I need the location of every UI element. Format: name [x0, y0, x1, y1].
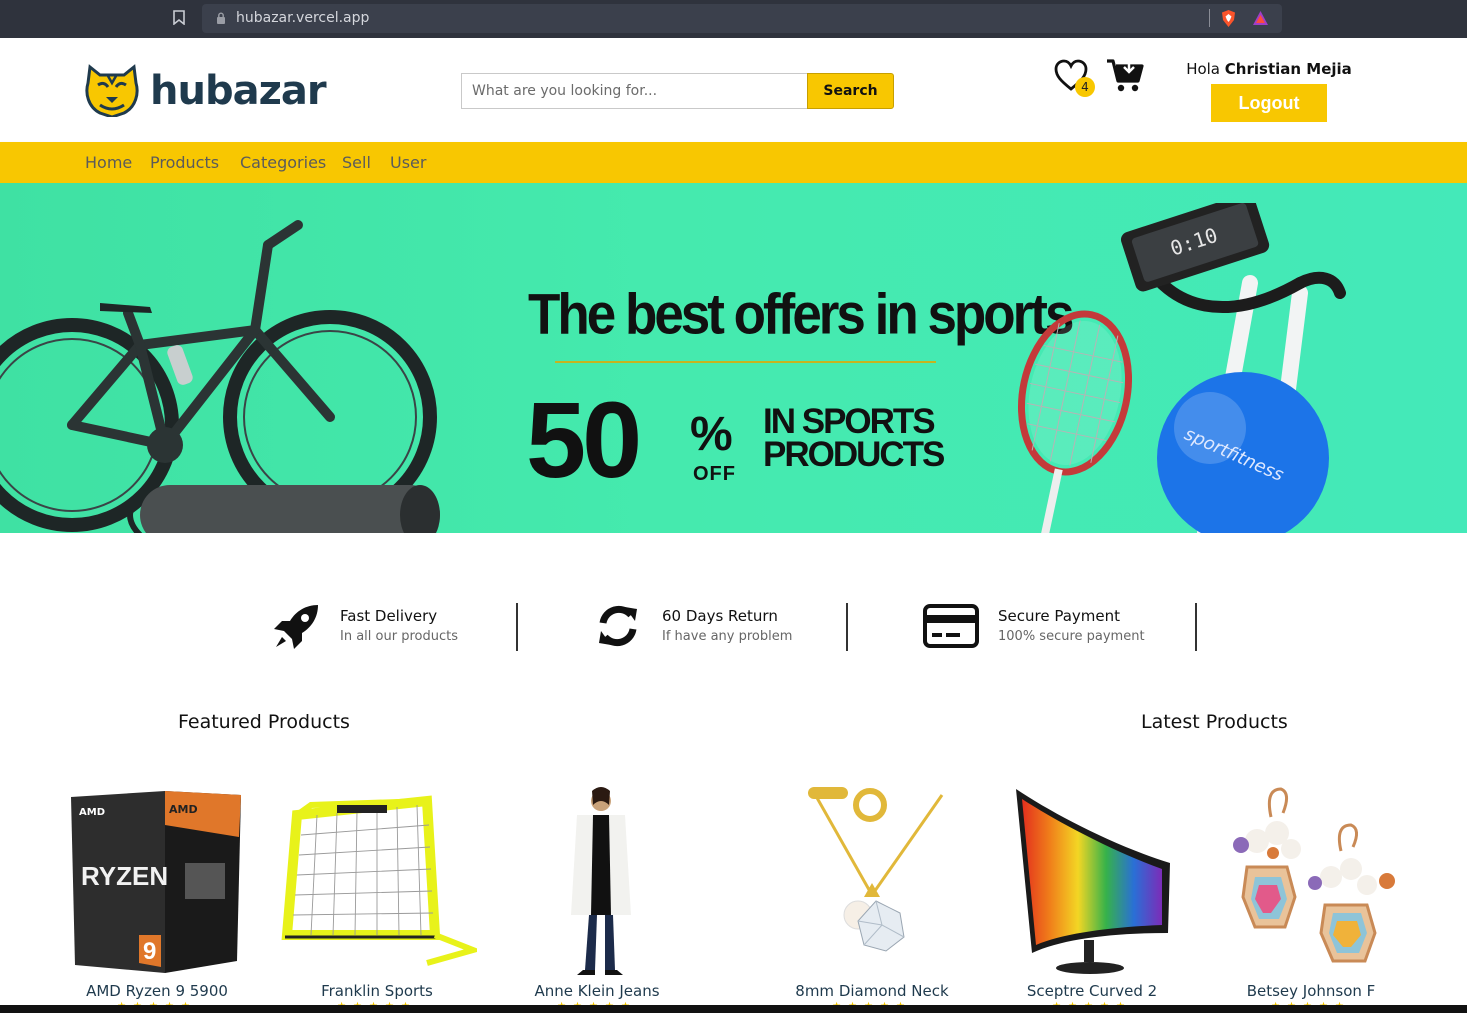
feature-secure-payment: Secure Payment 100% secure payment: [923, 603, 1183, 651]
product-card[interactable]: 8mm Diamond Neck ★★★★★: [772, 785, 972, 1013]
nav-categories[interactable]: Categories: [240, 153, 326, 172]
product-image[interactable]: AMD AMD RYZEN 9: [57, 785, 257, 977]
product-name[interactable]: Franklin Sports: [277, 982, 477, 1000]
bicycle-image: [0, 220, 440, 533]
hero-percent-sign: %: [690, 408, 733, 461]
address-bar[interactable]: hubazar.vercel.app: [202, 4, 1282, 33]
brave-shield-icon[interactable]: [1220, 9, 1237, 28]
hero-divider: [555, 361, 936, 363]
greeting-text: Hola: [1186, 60, 1221, 78]
wishlist-count-badge: 4: [1075, 77, 1095, 97]
cart-icon[interactable]: [1106, 57, 1144, 93]
svg-text:9: 9: [143, 938, 156, 965]
product-card[interactable]: Sceptre Curved 2 ★★★★★: [992, 785, 1192, 1013]
latest-products-title: Latest Products: [1141, 711, 1288, 733]
bookmark-icon[interactable]: [173, 10, 185, 25]
credit-card-icon: [923, 604, 979, 648]
hero-title: The best offers in sports: [528, 282, 1074, 347]
feature-subtitle: 100% secure payment: [998, 629, 1145, 644]
nav-user[interactable]: User: [390, 153, 426, 172]
feature-divider: [516, 603, 518, 651]
feature-subtitle: In all our products: [340, 629, 458, 644]
brave-rewards-icon[interactable]: [1252, 10, 1269, 27]
main-nav: Home Products Categories Sell User: [0, 142, 1467, 183]
toolbar-divider: [1209, 9, 1210, 27]
site-header: hubazar Search 4 Hola Christian Mejia Lo…: [0, 38, 1467, 142]
product-image[interactable]: [497, 785, 697, 977]
product-image[interactable]: [992, 785, 1192, 977]
hero-sports-label: IN SPORTS PRODUCTS: [763, 402, 945, 474]
product-card[interactable]: Franklin Sports ★★★★★: [277, 785, 477, 1013]
user-greeting: Hola Christian Mejia: [1160, 60, 1378, 78]
product-name[interactable]: AMD Ryzen 9 5900: [57, 982, 257, 1000]
hero-percent-value: 50: [526, 379, 642, 500]
feature-title: Fast Delivery: [340, 607, 438, 625]
lock-icon: [217, 12, 225, 24]
feature-fast-delivery: Fast Delivery In all our products: [272, 603, 512, 651]
product-name[interactable]: Anne Klein Jeans: [497, 982, 697, 1000]
product-image[interactable]: [1211, 785, 1411, 977]
logout-button[interactable]: Logout: [1211, 84, 1327, 122]
nav-products[interactable]: Products: [150, 153, 219, 172]
svg-text:AMD: AMD: [169, 803, 198, 816]
svg-text:AMD: AMD: [79, 807, 105, 818]
product-image[interactable]: [772, 785, 972, 977]
product-name[interactable]: Betsey Johnson F: [1211, 982, 1411, 1000]
featured-products-title: Featured Products: [178, 711, 350, 733]
feature-title: 60 Days Return: [662, 607, 778, 625]
feature-divider: [1195, 603, 1197, 651]
hero-banner[interactable]: The best offers in sports 50 % OFF IN SP…: [0, 183, 1467, 533]
svg-text:RYZEN: RYZEN: [81, 861, 168, 891]
product-card[interactable]: Betsey Johnson F ★★★★★: [1211, 785, 1411, 1013]
feature-title: Secure Payment: [998, 607, 1121, 625]
refresh-icon: [599, 605, 637, 647]
url-text: hubazar.vercel.app: [236, 10, 370, 26]
nav-sell[interactable]: Sell: [342, 153, 371, 172]
product-name[interactable]: Sceptre Curved 2: [992, 982, 1192, 1000]
product-card[interactable]: Anne Klein Jeans ★★★★★: [497, 785, 697, 1013]
nav-home[interactable]: Home: [85, 153, 132, 172]
bottom-edge: [0, 1005, 1467, 1013]
user-name: Christian Mejia: [1224, 60, 1352, 78]
feature-divider: [846, 603, 848, 651]
hero-in-sports: IN SPORTS: [763, 402, 936, 441]
tiger-logo-icon[interactable]: [84, 63, 140, 117]
brand-name[interactable]: hubazar: [150, 68, 327, 114]
fitness-equipment-image: 0:10 sportfitness: [1017, 203, 1346, 533]
search-input[interactable]: [461, 73, 808, 109]
search-button[interactable]: Search: [807, 73, 894, 109]
rocket-icon: [274, 605, 318, 649]
product-card[interactable]: AMD AMD RYZEN 9 AMD Ryzen 9 5900 ★★★★★: [57, 785, 257, 1013]
browser-toolbar: hubazar.vercel.app: [0, 0, 1467, 38]
search-bar: Search: [461, 73, 894, 109]
feature-days-return: 60 Days Return If have any problem: [595, 603, 835, 651]
product-image[interactable]: [277, 785, 477, 977]
product-name[interactable]: 8mm Diamond Neck: [772, 982, 972, 1000]
hero-products: PRODUCTS: [763, 435, 945, 474]
hero-off-label: OFF: [693, 463, 736, 485]
feature-subtitle: If have any problem: [662, 629, 793, 644]
